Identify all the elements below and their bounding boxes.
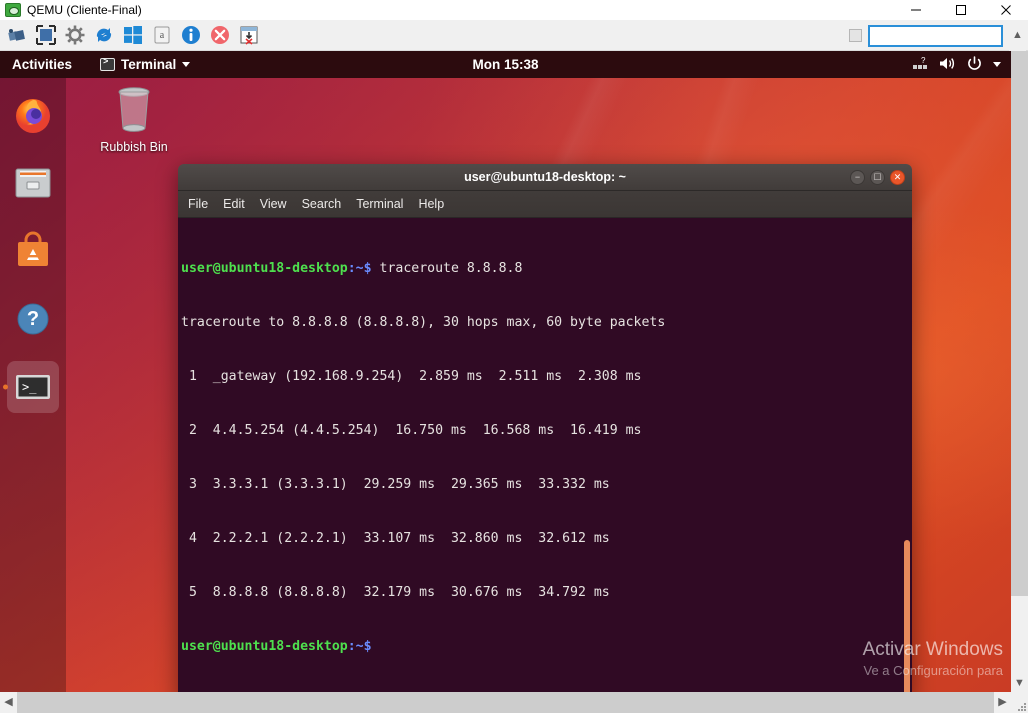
terminal-menubar: File Edit View Search Terminal Help	[178, 191, 912, 218]
desktop-icon-rubbish-bin[interactable]: Rubbish Bin	[95, 84, 173, 154]
activities-button[interactable]: Activities	[12, 57, 72, 72]
menu-file[interactable]: File	[188, 197, 208, 211]
host-vertical-scrollbar[interactable]: ▼	[1011, 51, 1028, 692]
minimize-icon[interactable]: −	[850, 170, 865, 185]
scroll-left-button[interactable]: ◀	[0, 692, 17, 713]
host-window-title: QEMU (Cliente-Final)	[27, 3, 142, 17]
app-menu[interactable]: Terminal	[100, 57, 190, 72]
terminal-prompt-line: user@ubuntu18-desktop:~$	[181, 638, 912, 656]
shell-prompt-path: :~$	[348, 261, 372, 276]
snapshot-icon[interactable]	[236, 23, 261, 48]
terminal-window-buttons: − ☐ ✕	[850, 170, 905, 185]
close-icon[interactable]: ✕	[890, 170, 905, 185]
terminal-command	[372, 261, 380, 276]
pause-vm-icon[interactable]	[4, 23, 29, 48]
dock-item-ubuntu-software[interactable]	[7, 225, 59, 277]
chevron-right-icon: ▶	[998, 697, 1006, 708]
volume-icon	[939, 56, 956, 74]
terminal-output: user@ubuntu18-desktop:~$ traceroute 8.8.…	[180, 224, 912, 692]
terminal-output-line: 1 _gateway (192.168.9.254) 2.859 ms 2.51…	[181, 368, 912, 386]
maximize-icon[interactable]	[938, 0, 983, 20]
settings-gear-icon[interactable]	[62, 23, 87, 48]
rubbish-bin-icon	[110, 84, 158, 134]
chevron-down-icon	[182, 62, 190, 67]
reset-refresh-icon[interactable]	[91, 23, 116, 48]
menu-help[interactable]: Help	[418, 197, 444, 211]
terminal-output-line: 2 4.4.5.254 (4.4.5.254) 16.750 ms 16.568…	[181, 422, 912, 440]
menu-search[interactable]: Search	[302, 197, 342, 211]
host-titlebar: QEMU (Cliente-Final)	[0, 0, 1028, 20]
scroll-right-button[interactable]: ▶	[994, 692, 1011, 713]
vertical-scrollbar-thumb[interactable]	[1011, 51, 1028, 596]
menu-view[interactable]: View	[260, 197, 287, 211]
terminal-output-line: traceroute to 8.8.8.8 (8.8.8.8), 30 hops…	[181, 314, 912, 332]
dock-item-help[interactable]: ?	[7, 293, 59, 345]
svg-text:a: a	[159, 30, 164, 41]
terminal-output-line: 5 8.8.8.8 (8.8.8.8) 32.179 ms 30.676 ms …	[181, 584, 912, 602]
dock-item-terminal[interactable]: >_	[7, 361, 59, 413]
toolbar-small-box[interactable]	[849, 29, 862, 42]
minimize-icon[interactable]	[893, 0, 938, 20]
svg-text:>_: >_	[22, 380, 37, 394]
qemu-toolbar: a	[0, 20, 1028, 51]
shell-prompt-path: :~$	[348, 639, 372, 654]
terminal-output-line: 4 2.2.2.1 (2.2.2.1) 33.107 ms 32.860 ms …	[181, 530, 912, 548]
terminal-icon	[100, 58, 115, 71]
gnome-top-panel: Activities Terminal Mon 15:38 ?	[0, 51, 1011, 78]
menu-terminal[interactable]: Terminal	[356, 197, 403, 211]
scroll-up-button[interactable]: ▲	[1009, 21, 1026, 51]
terminal-body[interactable]: user@ubuntu18-desktop:~$ traceroute 8.8.…	[178, 218, 912, 692]
terminal-output-line: 3 3.3.3.1 (3.3.3.1) 29.259 ms 29.365 ms …	[181, 476, 912, 494]
network-icon: ?	[912, 56, 928, 73]
horizontal-scrollbar-thumb[interactable]	[17, 692, 994, 713]
qemu-toolbar-input[interactable]	[868, 25, 1003, 47]
svg-text:?: ?	[27, 308, 39, 330]
qemu-icon	[5, 3, 21, 17]
terminal-command-text: traceroute 8.8.8.8	[380, 261, 523, 276]
dock-item-files[interactable]	[7, 157, 59, 209]
shell-prompt-user: user@ubuntu18-desktop	[181, 261, 348, 276]
desktop-icon-label: Rubbish Bin	[95, 140, 173, 154]
terminal-scrollbar[interactable]	[902, 540, 912, 692]
shutdown-icon[interactable]	[207, 23, 232, 48]
scroll-down-button[interactable]: ▼	[1011, 675, 1028, 692]
windows-logo-icon[interactable]	[120, 23, 145, 48]
chevron-down-icon	[993, 62, 1001, 67]
host-window-buttons	[893, 0, 1028, 20]
qemu-host-window: QEMU (Cliente-Final)	[0, 0, 1028, 713]
info-icon[interactable]	[178, 23, 203, 48]
power-icon	[967, 56, 982, 74]
terminal-title: user@ubuntu18-desktop: ~	[464, 170, 626, 184]
app-menu-label: Terminal	[121, 57, 176, 72]
maximize-icon[interactable]: ☐	[870, 170, 885, 185]
menu-edit[interactable]: Edit	[223, 197, 245, 211]
guest-vm-display: Activities Terminal Mon 15:38 ?	[0, 51, 1011, 692]
chevron-up-icon: ▲	[1012, 30, 1023, 41]
svg-text:?: ?	[921, 56, 926, 65]
close-icon[interactable]	[983, 0, 1028, 20]
terminal-scrollbar-thumb[interactable]	[904, 540, 910, 692]
chevron-down-icon: ▼	[1014, 678, 1025, 689]
terminal-titlebar[interactable]: user@ubuntu18-desktop: ~ − ☐ ✕	[178, 164, 912, 191]
terminal-command-line: user@ubuntu18-desktop:~$ traceroute 8.8.…	[181, 260, 912, 278]
host-horizontal-scrollbar[interactable]: ◀ ▶	[0, 692, 1028, 713]
shell-prompt-user: user@ubuntu18-desktop	[181, 639, 348, 654]
ubuntu-dock: ? >_	[0, 78, 66, 692]
resize-grip[interactable]	[1011, 692, 1028, 713]
chevron-left-icon: ◀	[4, 697, 12, 708]
qemu-toolbar-right: ▲	[849, 20, 1026, 51]
document-icon[interactable]: a	[149, 23, 174, 48]
panel-status-area[interactable]: ?	[912, 56, 1001, 74]
fullscreen-icon[interactable]	[33, 23, 58, 48]
dock-item-firefox[interactable]	[7, 89, 59, 141]
terminal-window: user@ubuntu18-desktop: ~ − ☐ ✕ File Edit…	[178, 164, 912, 692]
